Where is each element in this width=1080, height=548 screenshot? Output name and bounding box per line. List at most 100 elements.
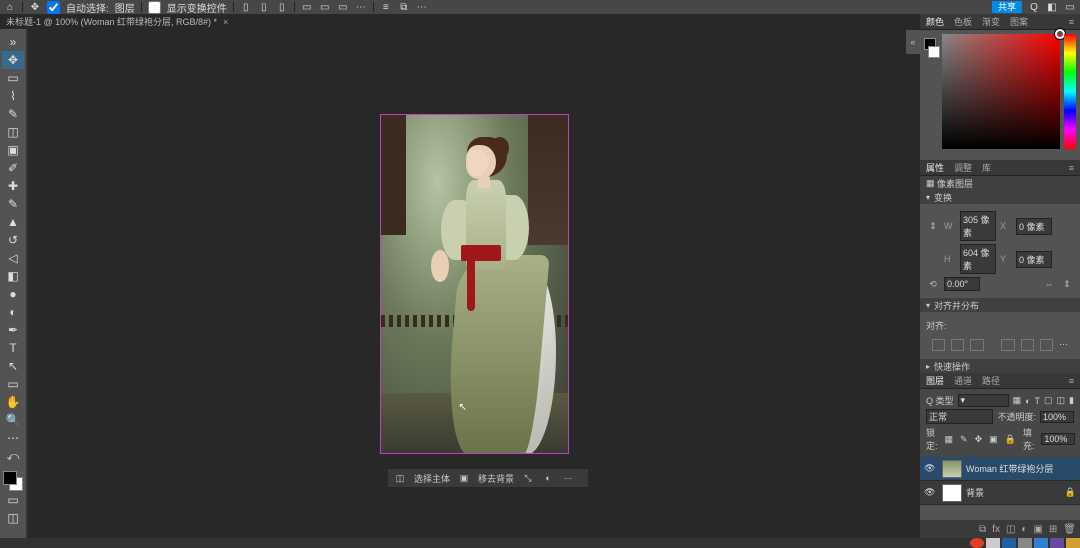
blur-tool[interactable]: ● [2, 285, 24, 303]
auto-select-dropdown[interactable]: 图层 [115, 0, 135, 15]
link-wh-icon[interactable]: ⇕ [926, 219, 940, 233]
flip-v-icon[interactable]: ⇕ [1060, 277, 1074, 291]
height-input[interactable]: 604 像素 [960, 244, 996, 274]
quick-mask-tool[interactable]: ◫ [2, 509, 24, 527]
align-right-button[interactable] [970, 339, 983, 351]
width-input[interactable]: 305 像素 [960, 211, 996, 241]
layer-thumbnail[interactable] [942, 484, 962, 502]
layer-mask-icon[interactable]: ◫ [1006, 524, 1015, 535]
color-field[interactable] [942, 34, 1060, 149]
tray-icon[interactable] [970, 538, 984, 548]
screen-mode-tool[interactable]: ▭ [2, 491, 24, 509]
toolbox-more-icon[interactable]: ⋯ [2, 429, 24, 447]
transform-section[interactable]: ▾ 变换 [920, 190, 1080, 204]
align-left-icon[interactable]: ▯ [240, 1, 252, 13]
filter-type-icon[interactable]: T [1035, 396, 1041, 406]
tray-icon[interactable] [986, 538, 1000, 548]
opacity-input[interactable]: 100% [1040, 411, 1074, 423]
filter-shape-icon[interactable]: ▢ [1044, 395, 1053, 406]
lock-position-icon[interactable]: ✥ [975, 434, 983, 445]
tab-close-button[interactable]: × [223, 17, 228, 27]
tray-icon[interactable] [1002, 538, 1016, 548]
zoom-tool[interactable]: 🔍 [2, 411, 24, 429]
show-transform-controls-checkbox[interactable] [148, 1, 161, 14]
canvas[interactable]: ↖ [380, 114, 569, 454]
shape-tool[interactable]: ▭ [2, 375, 24, 393]
workspace-icon[interactable]: ◧ [1046, 1, 1058, 13]
align-top-icon[interactable]: ▭ [301, 1, 313, 13]
history-brush-tool[interactable]: ↺ [2, 231, 24, 249]
auto-select-checkbox[interactable] [47, 1, 60, 14]
swap-colors-icon[interactable]: ⤺ [2, 447, 24, 465]
quick-actions-section[interactable]: ▸ 快速操作 [920, 359, 1080, 373]
tab-color[interactable]: 颜色 [926, 15, 944, 28]
align-center-h-button[interactable] [951, 339, 964, 351]
align-center-h-icon[interactable]: ▯ [258, 1, 270, 13]
path-selection-tool[interactable]: ↖ [2, 357, 24, 375]
tab-gradients[interactable]: 渐变 [982, 15, 1000, 28]
tab-paths[interactable]: 路径 [982, 374, 1000, 387]
tab-swatches[interactable]: 色板 [954, 15, 972, 28]
tray-icon[interactable] [1018, 538, 1032, 548]
panel-menu-icon[interactable]: ≡ [1069, 17, 1074, 27]
search-icon[interactable]: Q [1028, 1, 1040, 13]
align-right-icon[interactable]: ▯ [276, 1, 288, 13]
tab-channels[interactable]: 通道 [954, 374, 972, 387]
lock-artboard-icon[interactable]: ▣ [989, 434, 998, 445]
align-more-icon[interactable]: ⋯ [1059, 339, 1068, 351]
dodge-tool[interactable]: ◐ [2, 303, 24, 321]
filter-smart-icon[interactable]: ◫ [1057, 395, 1066, 406]
align-more-icon[interactable]: ⋯ [355, 1, 367, 13]
ctb-adjust-icon[interactable]: ◐ [542, 472, 554, 484]
lasso-tool[interactable]: ⌇ [2, 87, 24, 105]
share-button[interactable]: 共享 [992, 1, 1022, 13]
ctb-more-icon[interactable]: ⋯ [562, 472, 574, 484]
document-tab[interactable]: 未标题-1 @ 100% (Woman 红带绿袍分层, RGB/8#) * [6, 15, 217, 28]
hue-slider[interactable] [1064, 34, 1076, 149]
marquee-tool[interactable]: ▭ [2, 69, 24, 87]
hand-tool[interactable]: ✋ [2, 393, 24, 411]
align-section[interactable]: ▾ 对齐并分布 [920, 298, 1080, 312]
move-tool[interactable]: ✥ [2, 51, 24, 69]
group-icon[interactable]: ▣ [1033, 524, 1042, 535]
3d-mode-icon[interactable]: ⧉ [398, 1, 410, 13]
ctb-transform-icon[interactable]: ⤡ [522, 472, 534, 484]
align-bottom-button[interactable] [1040, 339, 1053, 351]
lock-pixels-icon[interactable]: ✎ [960, 434, 968, 445]
layer-filter-dropdown[interactable]: ▾ [958, 394, 1009, 407]
align-left-button[interactable] [932, 339, 945, 351]
type-tool[interactable]: T [2, 339, 24, 357]
layer-item[interactable]: 👁 Woman 红带绿袍分层 [920, 457, 1080, 481]
layer-name[interactable]: 背景 [966, 486, 984, 499]
foreground-color-swatch[interactable] [3, 471, 17, 485]
remove-bg-button[interactable]: 移去背景 [478, 472, 514, 485]
brush-tool[interactable]: ✎ [2, 195, 24, 213]
tray-icon[interactable] [1034, 538, 1048, 548]
lock-icon[interactable]: 🔒 [1065, 487, 1076, 498]
x-input[interactable]: 0 像素 [1016, 218, 1052, 235]
align-top-button[interactable] [1001, 339, 1014, 351]
tab-properties[interactable]: 属性 [926, 161, 944, 174]
filter-pixel-icon[interactable]: ▦ [1013, 395, 1022, 406]
align-center-v-icon[interactable]: ▭ [319, 1, 331, 13]
lock-all-icon[interactable]: 🔒 [1005, 434, 1016, 445]
extra-icon[interactable]: ⋯ [416, 1, 428, 13]
layer-style-icon[interactable]: fx [992, 524, 1000, 535]
delete-layer-icon[interactable]: 🗑 [1063, 524, 1076, 535]
fill-input[interactable]: 100% [1041, 433, 1075, 445]
align-center-v-button[interactable] [1021, 339, 1034, 351]
visibility-toggle-icon[interactable]: 👁 [924, 463, 938, 474]
gradient-tool[interactable]: ◧ [2, 267, 24, 285]
picker-bg-swatch[interactable] [928, 46, 940, 58]
align-bottom-icon[interactable]: ▭ [337, 1, 349, 13]
clone-stamp-tool[interactable]: ▲ [2, 213, 24, 231]
y-input[interactable]: 0 像素 [1016, 251, 1052, 268]
layer-item[interactable]: 👁 背景 🔒 [920, 481, 1080, 505]
eyedropper-tool[interactable]: ✐ [2, 159, 24, 177]
filter-toggle-icon[interactable]: ▮ [1069, 395, 1074, 406]
adjustment-layer-icon[interactable]: ◐ [1021, 524, 1027, 535]
tray-icon[interactable] [1066, 538, 1080, 548]
tab-layers[interactable]: 图层 [926, 374, 944, 387]
home-icon[interactable]: ⌂ [4, 1, 16, 13]
healing-brush-tool[interactable]: ✚ [2, 177, 24, 195]
